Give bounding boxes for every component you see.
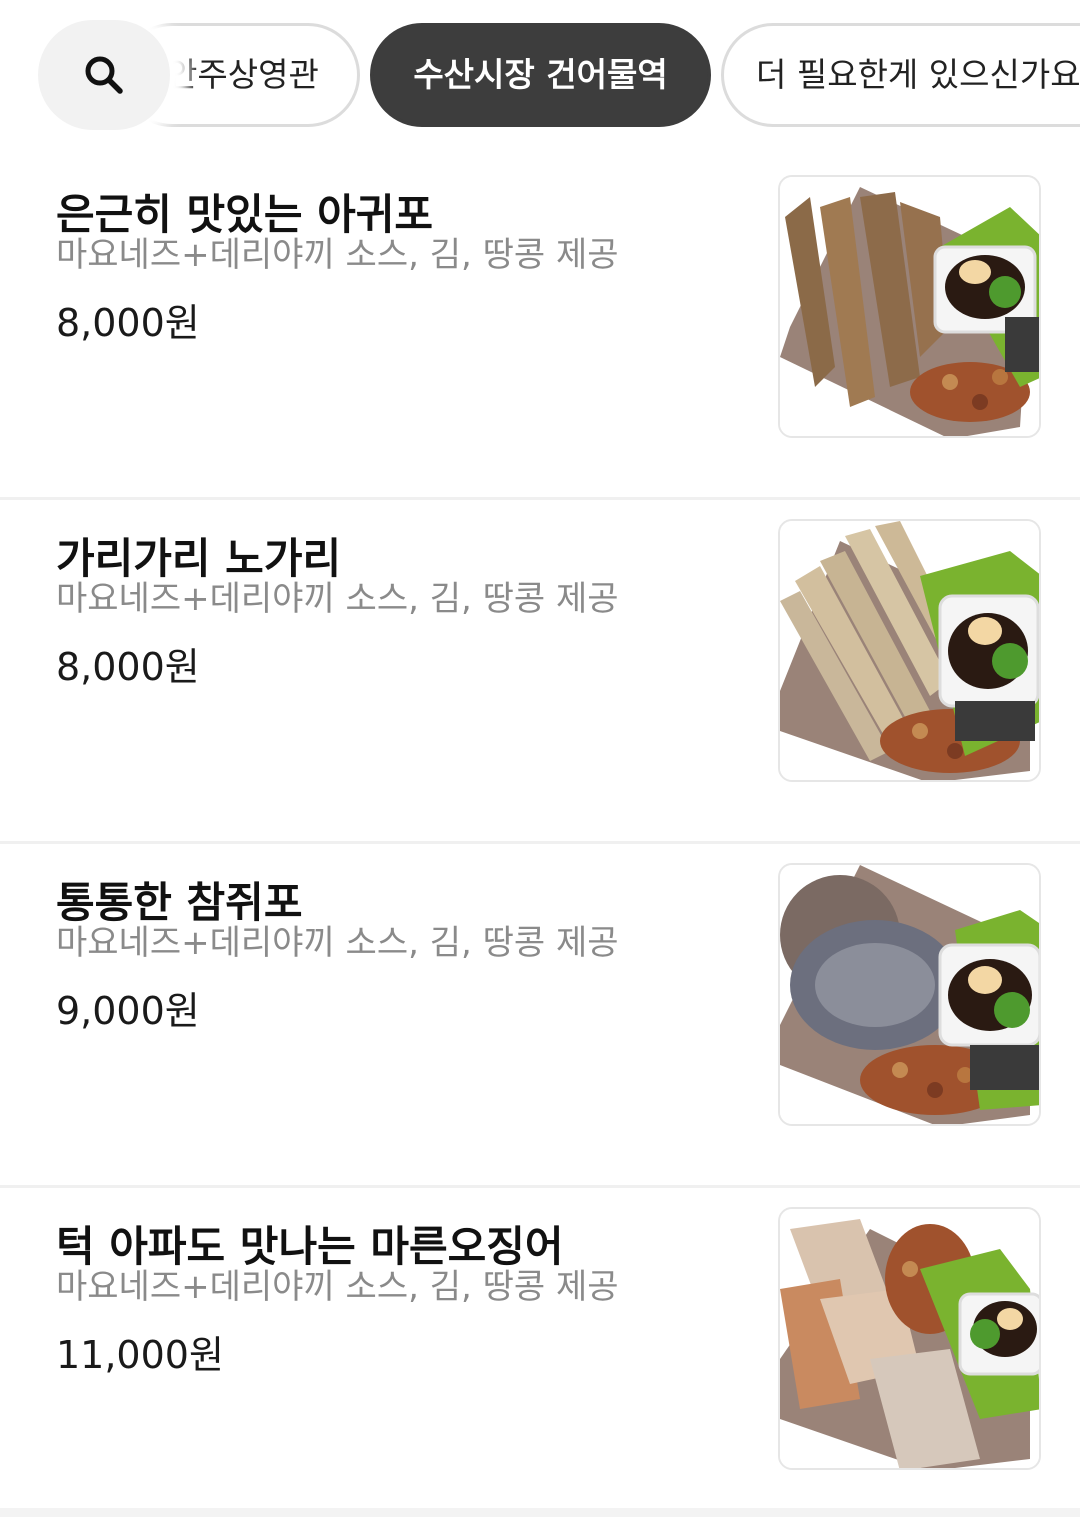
menu-item-description: 마요네즈+데리야끼 소스, 김, 땅콩 제공 bbox=[56, 579, 619, 619]
menu-item-description: 마요네즈+데리야끼 소스, 김, 땅콩 제공 bbox=[56, 235, 619, 275]
menu-item-price: 8,000원 bbox=[56, 301, 200, 345]
menu-item[interactable]: 은근히 맛있는 아귀포 마요네즈+데리야끼 소스, 김, 땅콩 제공 8,000… bbox=[0, 157, 1080, 500]
menu-item-image bbox=[778, 175, 1041, 438]
menu-item-image bbox=[778, 519, 1041, 782]
section-divider bbox=[0, 1508, 1080, 1517]
tab-label: 더 필요한게 있으신가요 bbox=[756, 55, 1080, 94]
menu-item-image bbox=[778, 1207, 1041, 1470]
tab-label: 안주상영관 bbox=[167, 55, 319, 94]
menu-item-description: 마요네즈+데리야끼 소스, 김, 땅콩 제공 bbox=[56, 923, 619, 963]
menu-item-description: 마요네즈+데리야끼 소스, 김, 땅콩 제공 bbox=[56, 1267, 619, 1307]
menu-item[interactable]: 통통한 참쥐포 마요네즈+데리야끼 소스, 김, 땅콩 제공 9,000원 bbox=[0, 845, 1080, 1188]
search-button[interactable] bbox=[38, 20, 170, 130]
search-icon bbox=[85, 56, 123, 94]
category-tab-bar: 안주상영관 수산시장 건어물역 더 필요한게 있으신가요 bbox=[0, 0, 1080, 150]
menu-item[interactable]: 턱 아파도 맛나는 마른오징어 마요네즈+데리야끼 소스, 김, 땅콩 제공 1… bbox=[0, 1189, 1080, 1508]
menu-item-price: 9,000원 bbox=[56, 989, 200, 1033]
tab-need-more[interactable]: 더 필요한게 있으신가요 bbox=[721, 23, 1080, 127]
menu-item-price: 8,000원 bbox=[56, 645, 200, 689]
menu-item-price: 11,000원 bbox=[56, 1333, 224, 1377]
menu-item[interactable]: 가리가리 노가리 마요네즈+데리야끼 소스, 김, 땅콩 제공 8,000원 bbox=[0, 501, 1080, 844]
menu-item-image bbox=[778, 863, 1041, 1126]
tab-seafood-market[interactable]: 수산시장 건어물역 bbox=[370, 23, 711, 127]
tab-label: 수산시장 건어물역 bbox=[413, 55, 668, 94]
